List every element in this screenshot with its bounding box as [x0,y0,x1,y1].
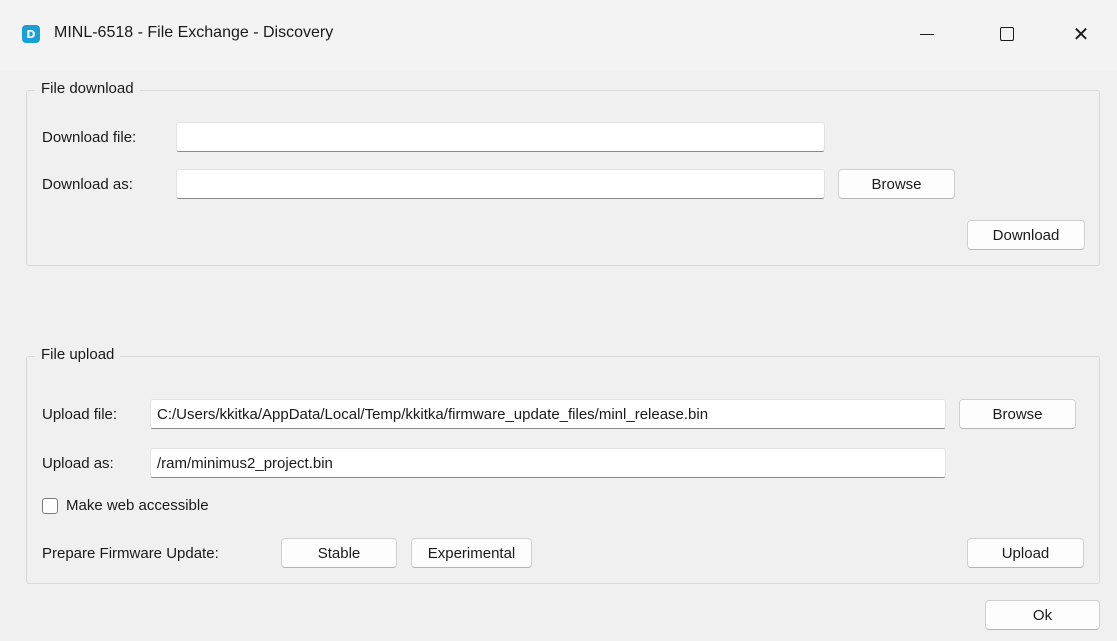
upload-as-input[interactable] [150,448,946,478]
ok-button[interactable]: Ok [985,600,1100,630]
web-accessible-label: Make web accessible [66,497,209,514]
file-upload-group-title: File upload [35,346,121,363]
download-file-input[interactable] [176,122,825,152]
web-accessible-checkbox[interactable] [42,497,58,514]
upload-file-label: Upload file: [42,406,118,423]
stable-button[interactable]: Stable [281,538,397,568]
upload-button[interactable]: Upload [967,538,1084,568]
close-icon: ✕ [1072,22,1090,46]
prepare-firmware-label: Prepare Firmware Update: [42,545,219,562]
upload-browse-button[interactable]: Browse [959,399,1076,429]
experimental-button[interactable]: Experimental [411,538,532,568]
window-title: MINL-6518 - File Exchange - Discovery [54,24,334,41]
maximize-button[interactable] [984,12,1030,56]
file-exchange-window: D MINL-6518 - File Exchange - Discovery … [0,0,1117,641]
upload-file-input[interactable] [150,399,946,429]
download-file-label: Download file: [42,129,137,146]
upload-as-label: Upload as: [42,455,114,472]
download-as-label: Download as: [42,176,133,193]
minimize-icon [920,33,934,35]
maximize-icon [1000,27,1014,41]
file-download-group-title: File download [35,80,140,97]
download-button[interactable]: Download [967,220,1085,250]
title-bar[interactable]: D MINL-6518 - File Exchange - Discovery … [0,0,1117,70]
discovery-app-icon: D [22,25,40,43]
close-button[interactable]: ✕ [1058,12,1104,56]
minimize-button[interactable] [904,12,950,56]
download-as-input[interactable] [176,169,825,199]
download-browse-button[interactable]: Browse [838,169,955,199]
web-accessible-option[interactable]: Make web accessible [42,497,209,514]
